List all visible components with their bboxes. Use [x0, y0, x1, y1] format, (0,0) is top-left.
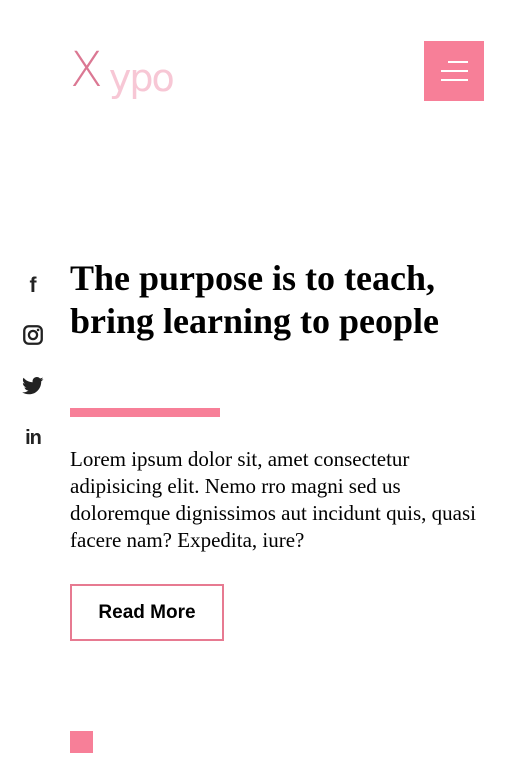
- linkedin-icon: in: [25, 427, 42, 449]
- twitter-icon: [22, 377, 44, 395]
- menu-button[interactable]: [424, 41, 484, 101]
- twitter-link[interactable]: [22, 375, 44, 397]
- logo-text: ypo: [108, 56, 175, 100]
- hero-title: The purpose is to teach, bring learning …: [70, 258, 440, 341]
- title-underline: [70, 408, 220, 417]
- instagram-link[interactable]: [22, 324, 44, 346]
- hero-text: Lorem ipsum dolor sit, amet consectetur …: [70, 447, 476, 552]
- linkedin-link[interactable]: in: [22, 427, 44, 449]
- facebook-icon: f: [29, 273, 37, 297]
- scroll-indicator[interactable]: [70, 731, 93, 753]
- logo-initial: X: [70, 42, 103, 98]
- instagram-icon: [23, 325, 43, 345]
- facebook-link[interactable]: f: [22, 274, 44, 296]
- logo[interactable]: X ypo: [70, 42, 175, 100]
- read-more-button[interactable]: Read More: [70, 584, 224, 641]
